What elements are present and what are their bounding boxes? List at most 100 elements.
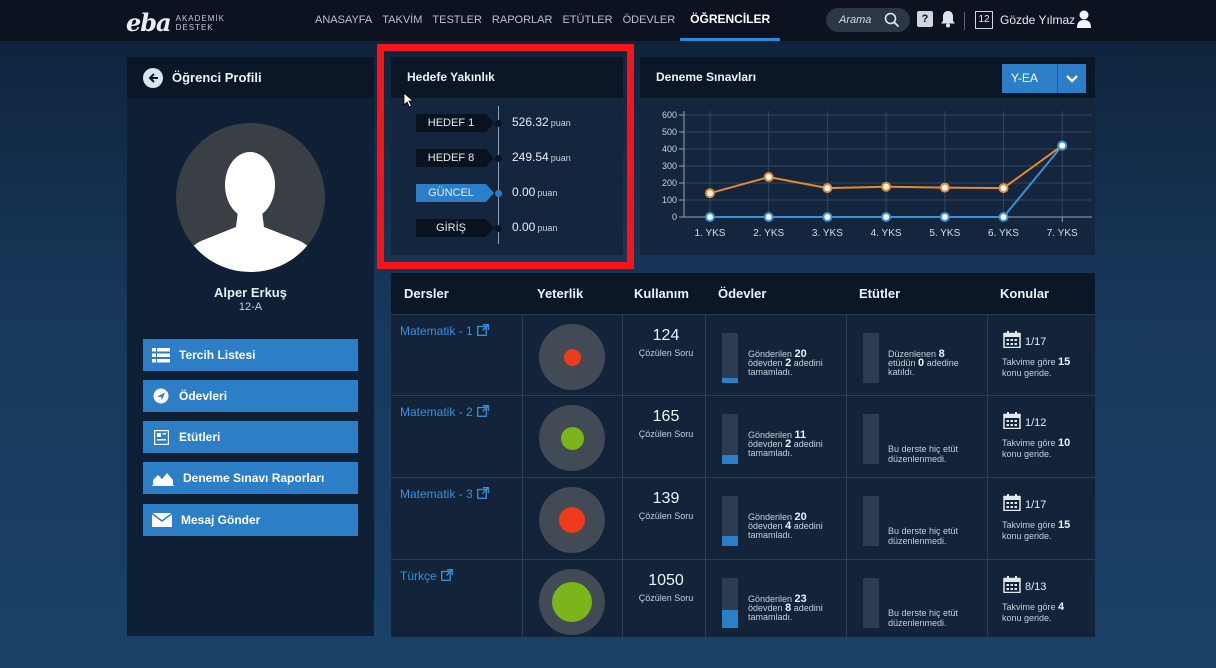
hedef-value-unit: puan (550, 118, 571, 128)
board-icon (151, 429, 171, 445)
konu-note: Takvime göre 10 konu geride. (1002, 438, 1092, 460)
table-row: Türkçe 1050 Çözülen Soru Gönderilen 23 ö… (391, 559, 1095, 640)
top-navbar: eba AKADEMİK DESTEK ANASAYFA TAKVİM TEST… (0, 0, 1216, 41)
konu-progress: 1/17 (1025, 499, 1047, 511)
hedef-label: GÜNCEL (416, 184, 494, 202)
konu-post: konu geride. (1002, 531, 1052, 541)
x-tick-label: 1. YKS (695, 228, 726, 239)
calendar-icon (1003, 576, 1021, 593)
table-row: Matematik - 3 139 Çözülen Soru Gönderile… (391, 477, 1095, 558)
course-link[interactable]: Matematik - 1 (400, 324, 489, 338)
konu-progress: 1/12 (1025, 417, 1047, 429)
hedef-value: 526.32 puan (512, 115, 571, 129)
search-icon[interactable] (884, 12, 900, 28)
hedef-row: HEDEF 1 526.32 puan (416, 114, 571, 132)
yeterlik-dot (560, 426, 584, 450)
y-tick-label: 500 (662, 127, 677, 137)
etut-progress-bar (863, 578, 879, 628)
odev-progress-fill (722, 378, 738, 383)
nav-takvim[interactable]: TAKVİM (377, 0, 427, 41)
course-link[interactable]: Matematik - 2 (400, 405, 489, 419)
col-dersler: Dersler (404, 286, 449, 301)
external-link-icon[interactable] (440, 569, 453, 581)
yeterlik-dot (559, 507, 585, 533)
solved-count-label: Çözülen Soru (638, 429, 694, 439)
tercih-listesi-button[interactable]: Tercih Listesi (143, 339, 358, 371)
konu-num: 15 (1058, 519, 1071, 531)
back-arrow-icon[interactable] (143, 67, 163, 88)
solved-count-label: Çözülen Soru (638, 511, 694, 521)
help-icon[interactable]: ? (917, 11, 933, 27)
nav-odevler[interactable]: ÖDEVLER (618, 0, 681, 41)
nav-ogrenciler[interactable]: ÖĞRENCİLER (680, 0, 781, 41)
col-odevler: Ödevler (718, 286, 767, 301)
x-tick-label: 2. YKS (753, 228, 784, 239)
col-yeterlik: Yeterlik (537, 286, 584, 301)
series-0-point (822, 183, 833, 194)
konu-note: Takvime göre 15 konu geride. (1002, 357, 1092, 379)
main-nav: ANASAYFA TAKVİM TESTLER RAPORLAR ETÜTLER… (310, 0, 781, 41)
mesaj-gonder-label: Mesaj Gönder (181, 513, 261, 527)
eba-logo[interactable]: eba AKADEMİK DESTEK (126, 8, 225, 37)
x-tick-label: 4. YKS (871, 228, 902, 239)
logo-sub-line2: DESTEK (175, 22, 214, 32)
deneme-sinavi-raporlari-button[interactable]: Deneme Sınavı Raporları (143, 462, 358, 494)
solved-count: 165 (652, 408, 680, 425)
external-link-icon[interactable] (476, 487, 489, 499)
series-1-point (1057, 140, 1068, 151)
hedef-value-unit: puan (537, 223, 558, 233)
course-link[interactable]: Matematik - 3 (400, 487, 489, 501)
etut-progress-bar (863, 333, 879, 383)
exam-type-value[interactable]: Y-EA (1002, 64, 1057, 93)
table-row: Matematik - 2 165 Çözülen Soru Gönderile… (391, 395, 1095, 476)
external-link-icon[interactable] (476, 324, 489, 336)
external-link-icon[interactable] (476, 405, 489, 417)
etutleri-button[interactable]: Etütleri (143, 421, 358, 453)
konu-pre: Takvime göre (1002, 602, 1056, 612)
bell-icon[interactable] (940, 10, 956, 28)
col-kullanim: Kullanım (634, 286, 689, 301)
nav-testler[interactable]: TESTLER (427, 0, 487, 41)
odev-progress-fill (722, 610, 738, 628)
user-name[interactable]: Gözde Yılmaz (1000, 13, 1075, 27)
odevleri-button[interactable]: Ödevleri (143, 380, 358, 412)
series-0-point (939, 182, 950, 193)
hedef-value: 249.54 puan (512, 150, 571, 164)
col-etutler: Etütler (859, 286, 901, 301)
course-name[interactable]: Türkçe (400, 569, 437, 583)
odev-summary: Gönderilen 23 ödevden 8 adedini tamamlad… (748, 594, 843, 622)
series-1-point (998, 212, 1009, 222)
x-tick-label: 7. YKS (1047, 228, 1078, 239)
course-name[interactable]: Matematik - 1 (400, 324, 473, 338)
konu-post: konu geride. (1002, 449, 1052, 459)
course-link[interactable]: Türkçe (400, 569, 453, 583)
yeterlik-gauge (539, 487, 605, 553)
exam-type-select[interactable]: Y-EA (1002, 64, 1086, 93)
col-konular: Konular (1000, 286, 1050, 301)
list-icon (151, 347, 171, 363)
nav-raporlar[interactable]: RAPORLAR (487, 0, 558, 41)
odev-progress-bar (722, 333, 738, 383)
course-name[interactable]: Matematik - 2 (400, 405, 473, 419)
yeterlik-dot (563, 348, 581, 366)
mesaj-gonder-button[interactable]: Mesaj Gönder (143, 504, 358, 536)
odev-summary: Gönderilen 20 ödevden 2 adedini tamamlad… (748, 349, 843, 377)
nav-etutler[interactable]: ETÜTLER (557, 0, 617, 41)
series-1-point (763, 212, 774, 222)
yeterlik-gauge (539, 569, 605, 635)
etutleri-label: Etütleri (179, 430, 221, 444)
konu-post: konu geride. (1002, 613, 1052, 623)
odev-progress-bar (722, 578, 738, 628)
search-input[interactable]: Arama (826, 8, 910, 32)
hedef-dot (495, 190, 502, 197)
hedef-value: 0.00 puan (512, 185, 557, 199)
nav-anasayfa[interactable]: ANASAYFA (310, 0, 377, 41)
user-icon[interactable] (1076, 9, 1092, 29)
calendar-day-icon[interactable]: 12 (975, 11, 993, 29)
hedef-value-number: 526.32 (512, 115, 549, 129)
chevron-down-icon[interactable] (1057, 64, 1086, 93)
deneme-sinavi-raporlari-label: Deneme Sınavı Raporları (183, 471, 325, 485)
course-name[interactable]: Matematik - 3 (400, 487, 473, 501)
hedef-value-number: 0.00 (512, 220, 536, 234)
hedef-row: GİRİŞ 0.00 puan (416, 219, 557, 237)
